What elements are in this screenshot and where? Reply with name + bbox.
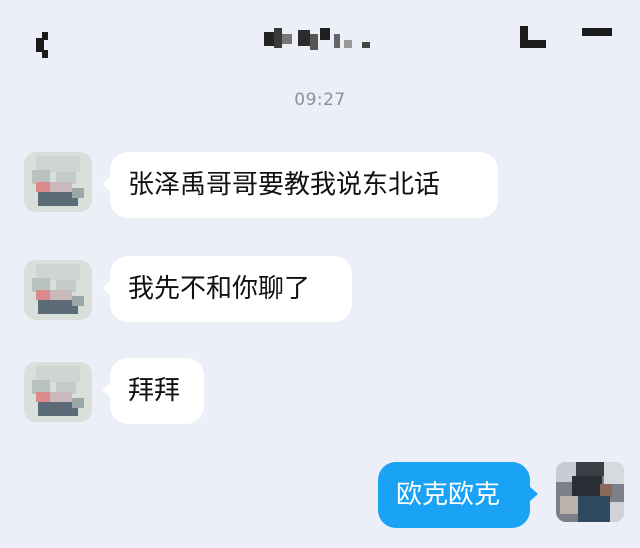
message-bubble-incoming[interactable]: 张泽禹哥哥要教我说东北话 (102, 152, 498, 218)
message-bubble-incoming[interactable]: 拜拜 (102, 358, 204, 424)
message-bubble-incoming[interactable]: 我先不和你聊了 (102, 256, 352, 322)
message-timestamp: 09:27 (294, 90, 346, 110)
message-bubble-outgoing[interactable]: 欧克欧克 (378, 462, 538, 528)
contact-avatar[interactable] (24, 362, 92, 422)
chat-header (0, 0, 640, 80)
more-icon[interactable] (518, 18, 618, 58)
back-arrow-icon[interactable] (28, 22, 58, 66)
self-avatar[interactable] (556, 462, 624, 522)
contact-avatar[interactable] (24, 260, 92, 320)
chat-title-obscured (262, 26, 378, 54)
contact-avatar[interactable] (24, 152, 92, 212)
